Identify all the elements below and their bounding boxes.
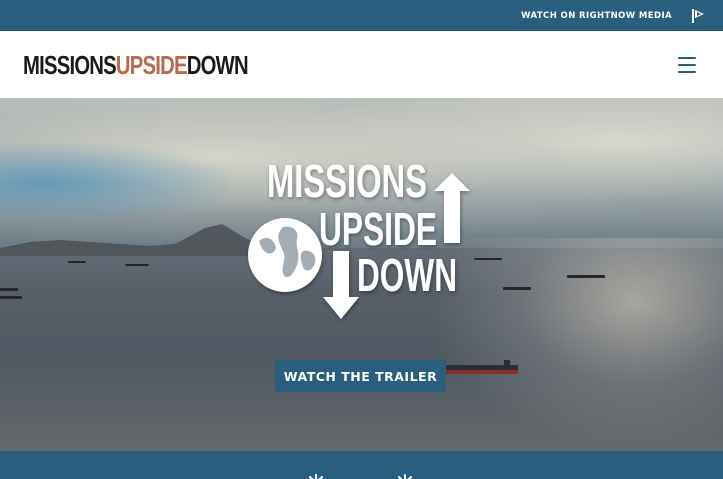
hero-section: MISSIONS UPSIDE DOWN WATCH THE TRAILER	[0, 98, 723, 451]
logo-word-missions: MISSIONS	[23, 49, 117, 80]
hero-logo-line-down: DOWN	[357, 249, 457, 301]
cargo-ship	[444, 360, 518, 374]
hero-logo-line-missions: MISSIONS	[267, 155, 427, 207]
ship	[0, 296, 22, 299]
laurel-burst-icon	[309, 474, 323, 479]
down-arrow-icon	[323, 251, 359, 319]
logo-word-upside: UPSIDE	[115, 49, 188, 80]
blue-sky-patch	[0, 143, 230, 223]
globe-icon	[248, 218, 322, 292]
ship	[125, 264, 149, 266]
laurel-burst-icon	[398, 474, 412, 479]
hero-logo-line-upside: UPSIDE	[319, 203, 437, 255]
site-header: MISSIONSUPSIDEDOWN	[0, 31, 723, 98]
hamburger-line	[678, 70, 696, 73]
up-arrow-icon	[434, 173, 470, 243]
logo-word-down: DOWN	[186, 49, 249, 80]
watch-trailer-button[interactable]: WATCH THE TRAILER	[275, 360, 446, 392]
ship	[0, 288, 18, 291]
top-bar: WATCH ON RIGHTNOW MEDIA	[0, 0, 723, 31]
watch-on-rightnow-link[interactable]: WATCH ON RIGHTNOW MEDIA	[521, 11, 672, 21]
missions-upside-down-hero-logo: MISSIONS UPSIDE DOWN	[248, 155, 470, 319]
ship	[474, 258, 502, 260]
rightnow-flag-icon[interactable]	[692, 8, 705, 23]
hamburger-line	[678, 56, 696, 59]
ship	[567, 275, 605, 278]
ship	[68, 261, 86, 263]
hamburger-icon[interactable]	[678, 56, 696, 73]
bottom-section	[0, 451, 723, 479]
ship	[503, 287, 531, 290]
site-logo[interactable]: MISSIONSUPSIDEDOWN	[23, 49, 249, 80]
hamburger-line	[678, 63, 696, 66]
